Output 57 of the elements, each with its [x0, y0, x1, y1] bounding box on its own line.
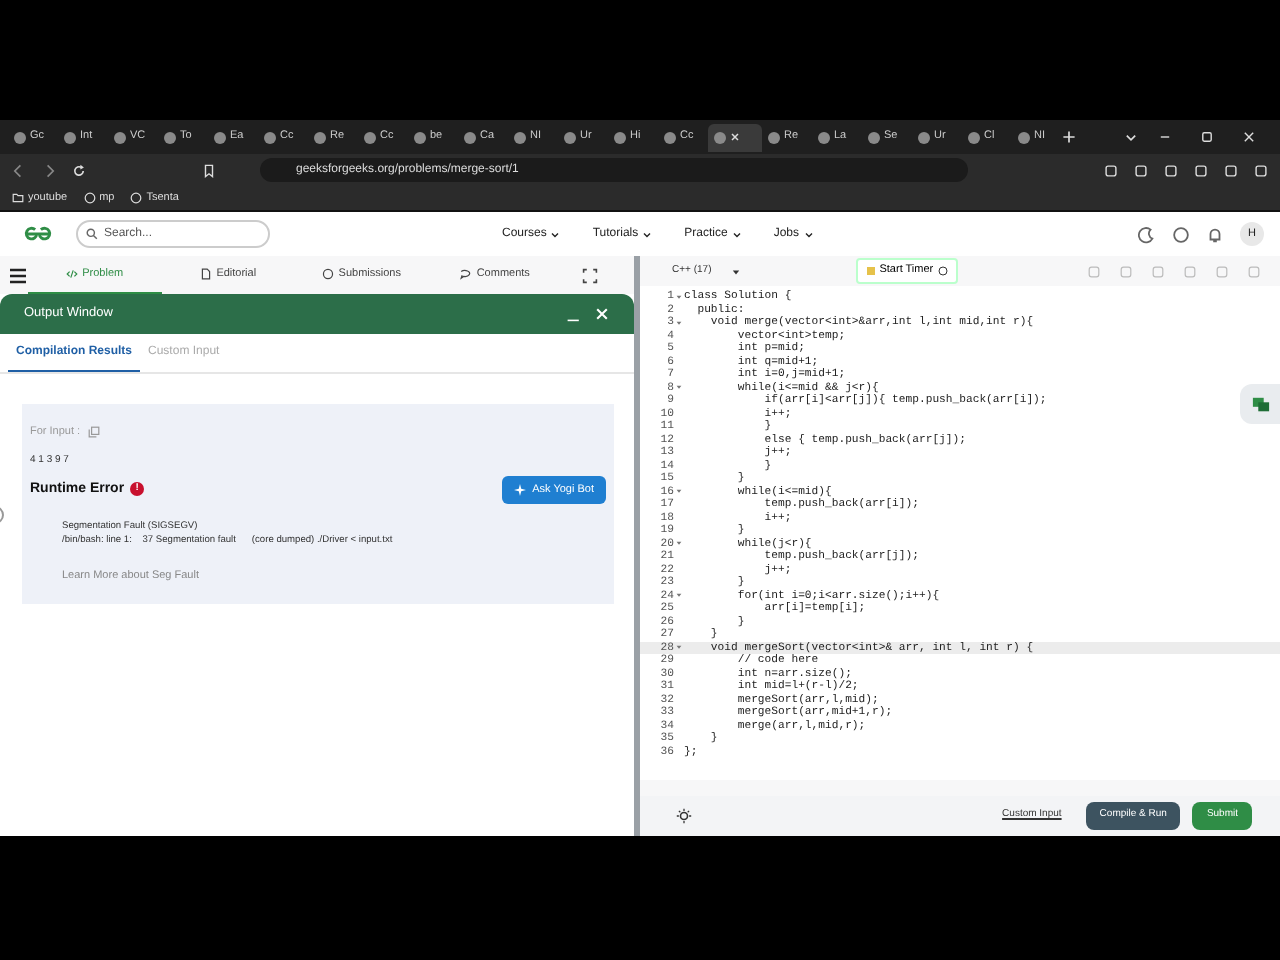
chat-icon — [1251, 395, 1269, 413]
favicon-icon — [868, 131, 880, 143]
favicon-icon — [114, 131, 126, 143]
close-icon[interactable] — [730, 132, 740, 142]
favicon-icon — [464, 131, 476, 143]
bookmark-icon[interactable] — [202, 163, 216, 177]
caret-icon — [642, 229, 653, 239]
favicon-icon — [414, 131, 426, 143]
comment-icon — [460, 268, 473, 280]
bell-icon[interactable] — [1206, 225, 1224, 243]
favicon-icon — [14, 131, 26, 143]
favicon-icon — [968, 131, 980, 143]
favicon-icon — [1018, 131, 1030, 143]
favicon-icon — [768, 131, 780, 143]
forward-icon[interactable] — [42, 163, 56, 177]
fold-icon[interactable] — [676, 592, 682, 599]
favicon-icon — [818, 131, 830, 143]
favicon-icon — [614, 131, 626, 143]
caret-icon — [803, 229, 814, 239]
new-tab-icon[interactable] — [1062, 130, 1076, 144]
caret-icon — [550, 229, 561, 239]
favicon-icon — [514, 131, 526, 143]
document-icon — [200, 268, 213, 280]
favicon-icon — [314, 131, 326, 143]
fold-icon[interactable] — [676, 293, 682, 300]
expand-icon[interactable] — [582, 267, 598, 283]
timer-icon — [865, 266, 876, 276]
chevron-down-icon[interactable] — [1124, 130, 1138, 144]
favicon-icon — [214, 131, 226, 143]
search-icon — [86, 228, 98, 240]
favicon-icon — [64, 131, 76, 143]
fold-icon[interactable] — [676, 319, 682, 326]
fold-icon[interactable] — [676, 384, 682, 391]
favicon-icon — [264, 131, 276, 143]
fold-icon[interactable] — [676, 488, 682, 495]
favicon-icon — [918, 131, 930, 143]
favicon-icon — [164, 131, 176, 143]
minimize-icon[interactable] — [1158, 130, 1172, 144]
back-icon[interactable] — [12, 163, 26, 177]
favicon-icon — [364, 131, 376, 143]
maximize-icon[interactable] — [1200, 130, 1214, 144]
folder-icon — [12, 192, 24, 204]
lightbulb-icon[interactable] — [676, 808, 692, 824]
caret-icon — [731, 267, 740, 275]
code-icon — [66, 268, 79, 280]
browser-tab[interactable] — [708, 123, 762, 151]
close-icon[interactable] — [1242, 130, 1256, 144]
favicon-icon — [714, 131, 726, 143]
chat-button[interactable] — [1240, 384, 1280, 424]
favicon-icon — [664, 131, 676, 143]
code-editor[interactable] — [640, 286, 1280, 780]
reload-icon[interactable] — [72, 163, 86, 177]
caret-icon — [731, 229, 742, 239]
favicon-icon — [564, 131, 576, 143]
fold-icon[interactable] — [676, 540, 682, 547]
moon-icon[interactable] — [1138, 225, 1156, 243]
sparkle-icon — [514, 483, 527, 496]
